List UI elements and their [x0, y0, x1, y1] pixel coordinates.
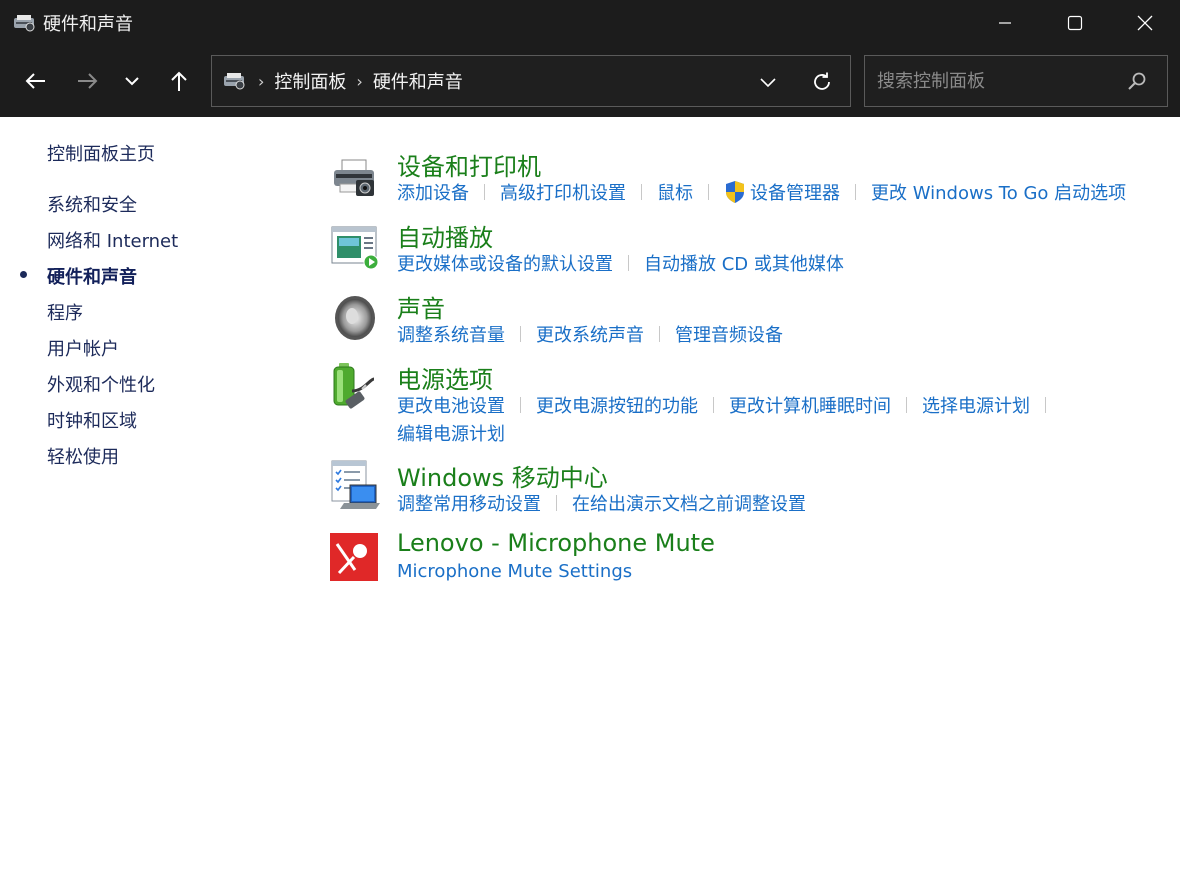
arrow-right-icon	[78, 73, 98, 89]
maximize-button[interactable]	[1040, 0, 1110, 45]
sidebar-item-programs[interactable]: 程序	[47, 299, 83, 325]
autoplay-icon	[330, 223, 380, 273]
link-device-manager[interactable]: 设备管理器	[750, 179, 840, 205]
chevron-right-icon: ›	[258, 71, 265, 91]
refresh-icon	[814, 72, 830, 90]
category-title[interactable]: 设备和打印机	[397, 147, 541, 182]
link-manage-audio-devices[interactable]: 管理音频设备	[675, 321, 783, 347]
sidebar-item-appearance[interactable]: 外观和个性化	[47, 371, 155, 397]
category-title[interactable]: 自动播放	[397, 218, 493, 253]
control-panel-window: 硬件和声音 › 控制面板 › 硬件和声音 搜索控制面板 控制面板主页 系统和安全…	[0, 0, 1180, 890]
category-links: 添加设备 高级打印机设置 鼠标 设备管理器 更改 Windows To Go 启…	[397, 179, 1126, 205]
category-links: Microphone Mute Settings	[397, 561, 632, 582]
breadcrumb-hardware-sound[interactable]: 硬件和声音	[373, 68, 463, 94]
search-input[interactable]	[875, 69, 1119, 93]
window-controls	[970, 0, 1180, 45]
microphone-mute-icon	[330, 533, 380, 583]
link-adjust-volume[interactable]: 调整系统音量	[397, 321, 505, 347]
link-change-system-sounds[interactable]: 更改系统声音	[536, 321, 644, 347]
link-sleep-time[interactable]: 更改计算机睡眠时间	[729, 392, 891, 418]
title-bar[interactable]: 硬件和声音	[0, 0, 1180, 45]
link-microphone-mute-settings[interactable]: Microphone Mute Settings	[397, 561, 632, 582]
category-links: 更改媒体或设备的默认设置 自动播放 CD 或其他媒体	[397, 250, 844, 276]
printer-icon	[330, 156, 380, 206]
navigation-bar: › 控制面板 › 硬件和声音	[0, 45, 1180, 117]
maximize-icon	[1067, 15, 1083, 30]
battery-icon	[330, 361, 380, 411]
sidebar-item-hardware-sound[interactable]: 硬件和声音	[47, 263, 137, 289]
link-presentation-settings[interactable]: 在给出演示文档之前调整设置	[572, 490, 806, 516]
recent-locations-button[interactable]	[115, 64, 149, 98]
link-battery-settings[interactable]: 更改电池设置	[397, 392, 505, 418]
sidebar-item-system-security[interactable]: 系统和安全	[47, 191, 137, 217]
back-button[interactable]	[18, 64, 52, 98]
category-links: 调整系统音量 更改系统声音 管理音频设备	[397, 321, 783, 347]
link-separator	[641, 184, 642, 200]
link-separator	[855, 184, 856, 200]
category-title[interactable]: 声音	[397, 289, 445, 324]
arrow-left-icon	[25, 73, 45, 89]
link-separator	[1045, 397, 1046, 413]
minimize-button[interactable]	[970, 0, 1040, 45]
link-autoplay-cd[interactable]: 自动播放 CD 或其他媒体	[644, 250, 844, 276]
refresh-button[interactable]	[808, 68, 836, 96]
link-edit-power-plan[interactable]: 编辑电源计划	[397, 420, 505, 446]
category-title[interactable]: Windows 移动中心	[397, 458, 608, 493]
current-item-bullet	[20, 271, 27, 278]
shield-icon	[724, 180, 746, 204]
category-title[interactable]: Lenovo - Microphone Mute	[397, 529, 715, 557]
sidebar-item-user-accounts[interactable]: 用户帐户	[47, 335, 119, 361]
link-separator	[713, 397, 714, 413]
link-separator	[659, 326, 660, 342]
mobility-center-icon	[330, 459, 380, 509]
sidebar-item-home[interactable]: 控制面板主页	[47, 140, 155, 166]
breadcrumb-control-panel[interactable]: 控制面板	[274, 68, 346, 94]
link-separator	[484, 184, 485, 200]
link-windows-to-go[interactable]: 更改 Windows To Go 启动选项	[871, 179, 1126, 205]
link-add-device[interactable]: 添加设备	[397, 179, 469, 205]
link-choose-power-plan[interactable]: 选择电源计划	[922, 392, 1030, 418]
link-separator	[906, 397, 907, 413]
sidebar-item-network-internet[interactable]: 网络和 Internet	[47, 227, 178, 253]
category-links: 更改电池设置 更改电源按钮的功能 更改计算机睡眠时间 选择电源计划	[397, 392, 1061, 418]
chevron-right-icon: ›	[356, 71, 363, 91]
link-adjust-mobility-settings[interactable]: 调整常用移动设置	[397, 490, 541, 516]
search-box[interactable]	[864, 55, 1168, 107]
arrow-up-icon	[171, 71, 187, 91]
link-mouse[interactable]: 鼠标	[657, 179, 693, 205]
control-panel-icon	[222, 70, 248, 92]
chevron-down-icon	[125, 77, 139, 86]
forward-button[interactable]	[71, 64, 105, 98]
sidebar-item-ease-of-access[interactable]: 轻松使用	[47, 443, 119, 469]
close-icon	[1137, 15, 1153, 30]
sidebar-item-clock-region[interactable]: 时钟和区域	[47, 407, 137, 433]
link-separator	[520, 326, 521, 342]
close-button[interactable]	[1110, 0, 1180, 45]
address-history-button[interactable]	[756, 70, 780, 94]
chevron-down-icon	[760, 78, 776, 88]
link-power-button[interactable]: 更改电源按钮的功能	[536, 392, 698, 418]
minimize-icon	[999, 21, 1011, 24]
category-links: 编辑电源计划	[397, 420, 505, 446]
window-title: 硬件和声音	[43, 13, 133, 35]
up-button[interactable]	[162, 64, 196, 98]
category-links: 调整常用移动设置 在给出演示文档之前调整设置	[397, 490, 806, 516]
link-separator	[520, 397, 521, 413]
link-separator	[708, 184, 709, 200]
link-change-media-defaults[interactable]: 更改媒体或设备的默认设置	[397, 250, 613, 276]
speaker-icon	[330, 292, 380, 342]
category-title[interactable]: 电源选项	[397, 360, 493, 395]
link-advanced-printer-setup[interactable]: 高级打印机设置	[500, 179, 626, 205]
link-separator	[556, 495, 557, 511]
control-panel-icon	[13, 12, 35, 34]
search-icon[interactable]	[1127, 71, 1147, 95]
link-separator	[628, 255, 629, 271]
address-bar[interactable]: › 控制面板 › 硬件和声音	[211, 55, 851, 107]
